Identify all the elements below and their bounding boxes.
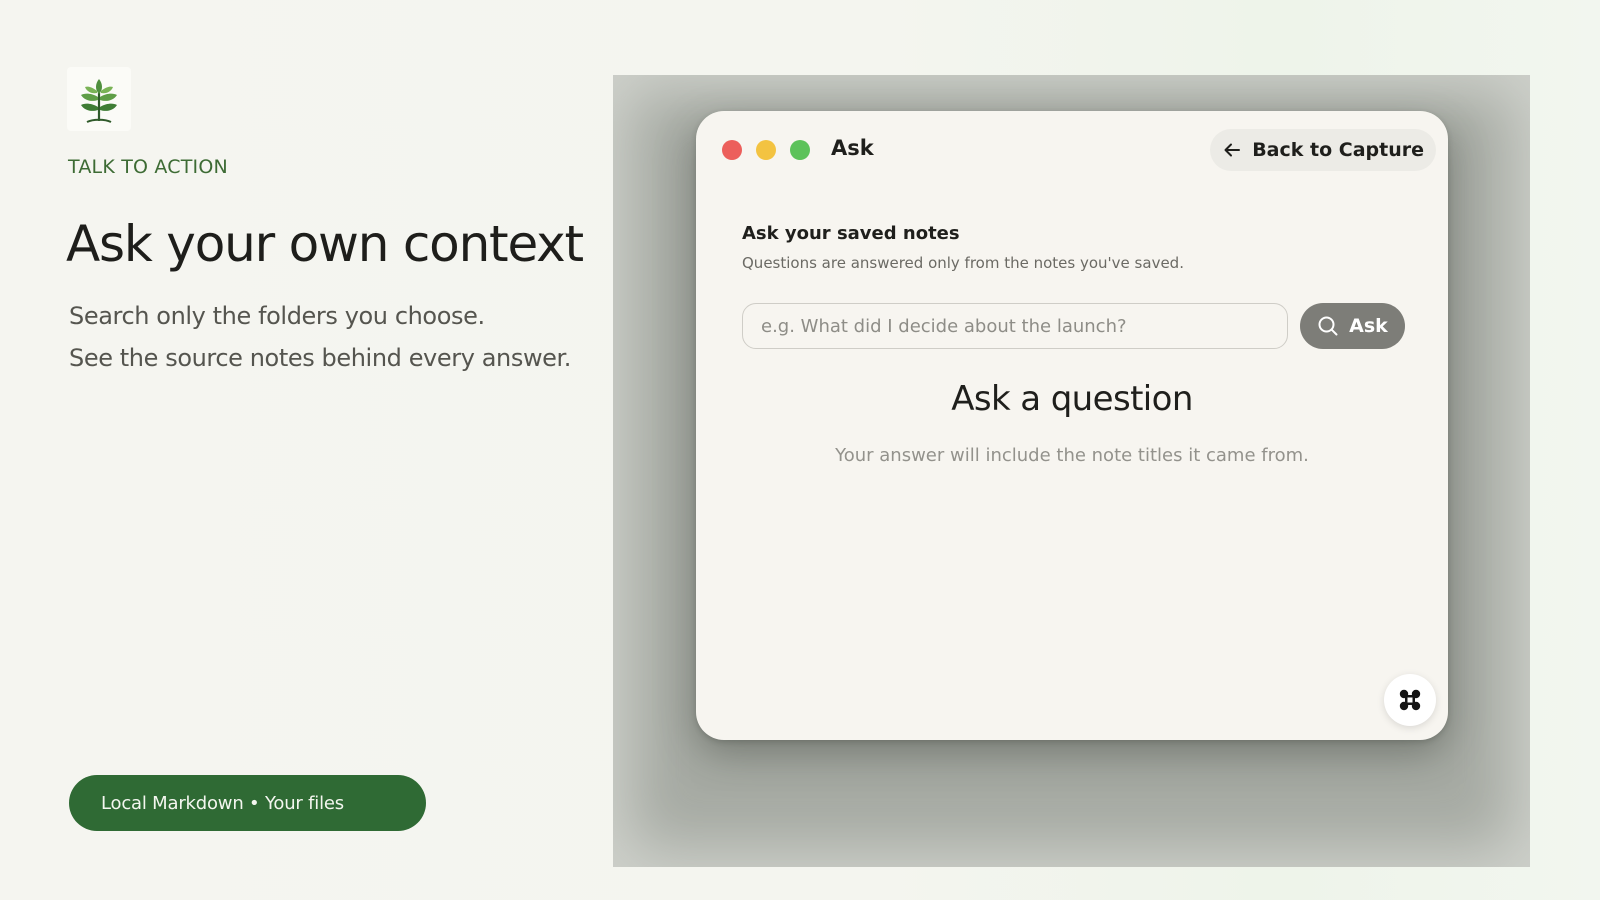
minimize-window-button[interactable]	[756, 140, 776, 160]
section-description: Questions are answered only from the not…	[742, 254, 1184, 272]
command-icon	[1399, 689, 1421, 711]
window-title: Ask	[831, 136, 874, 160]
eyebrow-label: TALK TO ACTION	[68, 156, 228, 178]
screenshot-stage: Ask Back to Capture Ask your saved notes…	[613, 75, 1530, 867]
arrow-left-icon	[1224, 143, 1241, 157]
app-logo	[67, 67, 131, 131]
command-button[interactable]	[1384, 674, 1436, 726]
close-window-button[interactable]	[722, 140, 742, 160]
hero-headline: Ask your own context	[66, 215, 584, 273]
local-markdown-badge: Local Markdown • Your files	[69, 775, 426, 831]
back-to-capture-button[interactable]: Back to Capture	[1210, 129, 1436, 171]
empty-state-title: Ask a question	[951, 379, 1193, 419]
zoom-window-button[interactable]	[790, 140, 810, 160]
ask-button-label: Ask	[1349, 315, 1388, 337]
back-button-label: Back to Capture	[1252, 139, 1424, 161]
ask-window: Ask Back to Capture Ask your saved notes…	[696, 111, 1448, 740]
question-input[interactable]	[742, 303, 1288, 349]
empty-state-description: Your answer will include the note titles…	[835, 445, 1309, 466]
hero-subtitle-line-1: Search only the folders you choose.	[69, 302, 485, 330]
search-icon	[1318, 316, 1338, 336]
hero-subtitle-line-2: See the source notes behind every answer…	[69, 344, 572, 372]
sprout-icon	[81, 79, 117, 123]
ask-button[interactable]: Ask	[1300, 303, 1405, 349]
section-title: Ask your saved notes	[742, 223, 960, 244]
